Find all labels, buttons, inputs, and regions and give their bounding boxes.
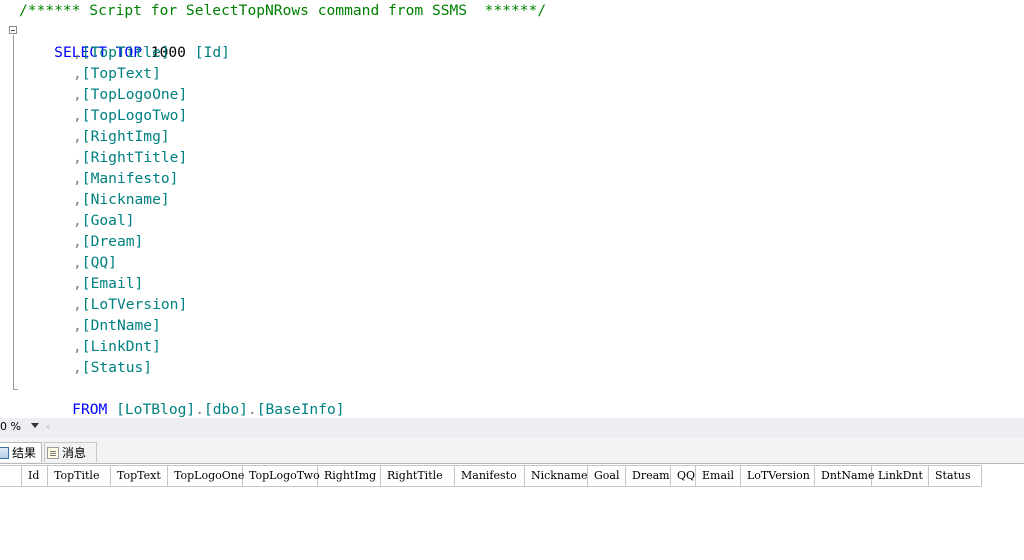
sql-column-line: ,[Email] — [73, 275, 144, 292]
column-identifier: [TopLogoOne] — [81, 86, 188, 103]
sql-column-line: ,[QQ] — [73, 254, 117, 271]
column-identifier: [TopText] — [81, 65, 161, 82]
sql-from-line: FROM [LoTBlog].[dbo].[BaseInfo] — [72, 401, 345, 418]
sql-select-line: SELECT TOP 1000 [Id] — [19, 21, 230, 61]
grid-column-header[interactable]: Dream — [626, 466, 671, 486]
column-identifier: [Dream] — [81, 233, 144, 250]
column-identifier: [TopTitle] — [81, 44, 170, 61]
sql-comment-line: /****** Script for SelectTopNRows comman… — [19, 2, 547, 19]
scroll-left-icon[interactable]: ‹ — [46, 420, 50, 433]
sql-column-line: ,[TopText] — [73, 65, 161, 82]
sql-column-line: ,[TopLogoTwo] — [73, 107, 188, 124]
column-identifier: [Status] — [81, 359, 153, 376]
sql-editor[interactable]: /****** Script for SelectTopNRows comman… — [0, 0, 1024, 418]
grid-column-header[interactable]: TopLogoOne — [168, 466, 244, 486]
grid-column-header[interactable]: DntName — [815, 466, 874, 486]
schema-name: [dbo] — [203, 401, 248, 418]
sql-column-line: ,[TopLogoOne] — [73, 86, 188, 103]
grid-corner[interactable] — [0, 466, 22, 486]
sql-column-line: ,[Manifesto] — [73, 170, 179, 187]
grid-column-header[interactable]: RightTitle — [381, 466, 455, 486]
grid-icon — [0, 446, 9, 459]
column-identifier: [RightTitle] — [81, 149, 188, 166]
grid-column-header[interactable]: LinkDnt — [872, 466, 929, 486]
message-icon — [47, 446, 59, 459]
tab-results[interactable]: 结果 — [0, 442, 42, 462]
sql-column-line: ,[RightTitle] — [73, 149, 188, 166]
sql-column-line: ,[LoTVersion] — [73, 296, 188, 313]
sql-column-line: ,[DntName] — [73, 317, 161, 334]
column-identifier: [TopLogoTwo] — [81, 107, 188, 124]
sql-column-line: ,[Goal] — [73, 212, 135, 229]
grid-column-header[interactable]: Id — [22, 466, 48, 486]
column-identifier: [LoTVersion] — [81, 296, 188, 313]
sql-column-line: ,[TopTitle] — [73, 44, 170, 61]
table-name: [BaseInfo] — [256, 401, 345, 418]
column-identifier: [Manifesto] — [81, 170, 179, 187]
tab-messages[interactable]: 消息 — [44, 442, 97, 462]
zoom-dropdown-icon[interactable] — [31, 423, 39, 428]
grid-column-header[interactable]: RightImg — [318, 466, 381, 486]
grid-column-header[interactable]: Email — [696, 466, 741, 486]
column-identifier: [QQ] — [81, 254, 117, 271]
column-identifier: [Nickname] — [81, 191, 170, 208]
grid-column-header[interactable]: TopText — [111, 466, 168, 486]
first-column: [Id] — [194, 44, 230, 61]
zoom-bar: 0 % ‹ — [0, 418, 1024, 438]
grid-column-header[interactable]: QQ — [671, 466, 696, 486]
grid-column-header[interactable]: Nickname — [525, 466, 588, 486]
column-identifier: [LinkDnt] — [81, 338, 161, 355]
zoom-level[interactable]: 0 % — [0, 420, 21, 433]
outline-guide — [13, 35, 14, 390]
column-identifier: [RightImg] — [81, 128, 170, 145]
grid-column-header[interactable]: TopLogoTwo — [243, 466, 320, 486]
sql-column-line: ,[Nickname] — [73, 191, 170, 208]
from-keyword: FROM — [72, 401, 108, 418]
grid-column-header[interactable]: LoTVersion — [741, 466, 815, 486]
column-identifier: [Email] — [81, 275, 144, 292]
sql-column-line: ,[Dream] — [73, 233, 144, 250]
outline-guide-end — [13, 389, 18, 390]
grid-column-header[interactable]: Goal — [588, 466, 626, 486]
tab-results-label: 结果 — [12, 446, 37, 460]
database-name: [LoTBlog] — [116, 401, 196, 418]
grid-header-row: Id TopTitle TopText TopLogoOne TopLogoTwo Rig… — [0, 465, 982, 487]
results-grid[interactable]: Id TopTitle TopText TopLogoOne TopLogoTwo Rig… — [0, 464, 1024, 560]
results-tabbar: 结果 消息 — [0, 438, 1024, 464]
grid-column-header[interactable]: TopTitle — [48, 466, 111, 486]
tab-messages-label: 消息 — [62, 446, 87, 460]
sql-column-line: ,[LinkDnt] — [73, 338, 161, 355]
column-identifier: [DntName] — [81, 317, 161, 334]
sql-column-line: ,[RightImg] — [73, 128, 170, 145]
collapse-toggle-icon[interactable] — [9, 26, 17, 34]
sql-column-line: ,[Status] — [73, 359, 153, 376]
grid-column-header[interactable]: Status — [929, 466, 982, 486]
grid-column-header[interactable]: Manifesto — [455, 466, 525, 486]
column-identifier: [Goal] — [81, 212, 135, 229]
